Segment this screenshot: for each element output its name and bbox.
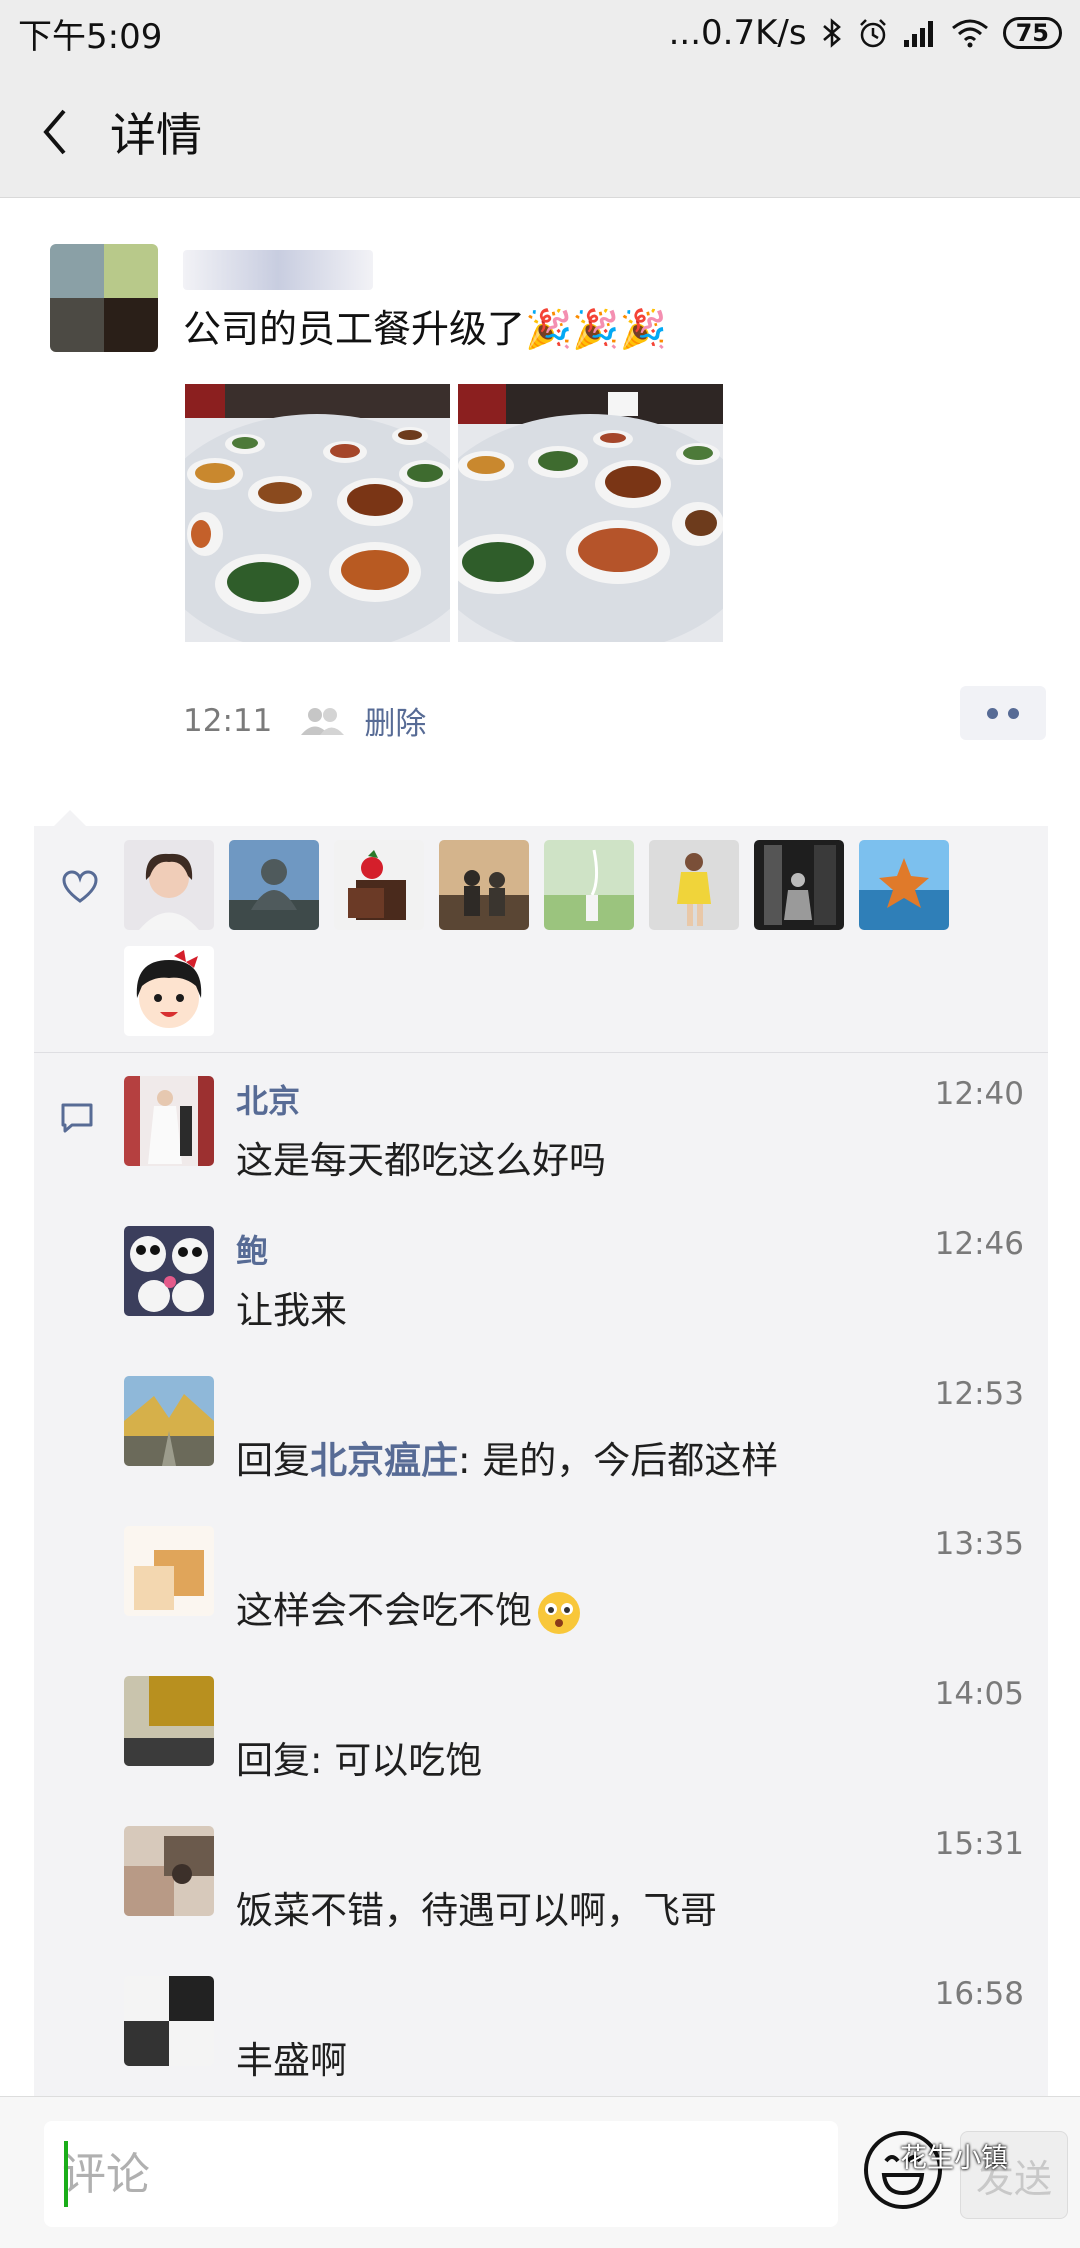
like-avatar[interactable] xyxy=(439,840,529,930)
post-meta: 12:11 删除 xyxy=(183,698,426,743)
comment-text: 回复: 可以吃饱 xyxy=(236,1739,483,1782)
food-photo-1[interactable] xyxy=(185,384,450,642)
comment-text: 饭菜不错，待遇可以啊，飞哥 xyxy=(236,1889,717,1932)
comment-input[interactable] xyxy=(44,2121,838,2227)
commenter-avatar[interactable] xyxy=(124,1376,214,1466)
wifi-icon xyxy=(951,19,988,48)
surprised-emoji-icon xyxy=(538,1591,580,1634)
comment-item[interactable]: 15:31 饭菜不错，待遇可以啊，飞哥 xyxy=(124,1826,1024,1966)
comment-text: 让我来 xyxy=(236,1289,347,1332)
panel-arrow xyxy=(54,810,86,826)
comment-item[interactable]: 鲍 12:46 让我来 xyxy=(124,1226,1024,1366)
status-time: 下午5:09 xyxy=(18,16,163,57)
like-avatar[interactable] xyxy=(124,946,214,1036)
friends-visibility-icon[interactable] xyxy=(298,706,346,736)
post-text: 公司的员工餐升级了🎉🎉🎉 xyxy=(183,307,667,351)
comment-text: 回复北京瘟庄: 是的，今后都这样 xyxy=(236,1439,779,1482)
comment-time: 12:40 xyxy=(934,1076,1024,1112)
page-title: 详情 xyxy=(110,107,202,162)
commenter-name[interactable]: 鲍 xyxy=(236,1226,268,1272)
delete-link[interactable]: 删除 xyxy=(364,698,426,743)
nav-bar: 详情 xyxy=(0,66,1080,198)
comment-time: 16:58 xyxy=(934,1976,1024,2012)
back-button[interactable] xyxy=(0,66,110,198)
commenter-avatar[interactable] xyxy=(124,1826,214,1916)
divider xyxy=(34,1052,1048,1053)
watermark: 花生小镇 xyxy=(900,2143,1008,2174)
text-cursor xyxy=(64,2141,68,2207)
reply-target-name[interactable]: 北京瘟庄 xyxy=(310,1439,458,1482)
comment-time: 13:35 xyxy=(934,1526,1024,1562)
comment-icon xyxy=(61,1103,93,1133)
like-avatar[interactable] xyxy=(334,840,424,930)
post-time: 12:11 xyxy=(183,702,273,739)
comment-time: 15:31 xyxy=(934,1826,1024,1862)
photo-grid xyxy=(185,384,723,642)
comment-time: 14:05 xyxy=(934,1676,1024,1712)
like-avatar[interactable] xyxy=(754,840,844,930)
like-avatar[interactable] xyxy=(544,840,634,930)
alarm-icon xyxy=(859,19,886,48)
signal-icon xyxy=(903,21,933,47)
chevron-left-icon xyxy=(43,109,66,154)
like-avatar[interactable] xyxy=(124,840,214,930)
like-avatar[interactable] xyxy=(649,840,739,930)
comment-text: 丰盛啊 xyxy=(236,2039,347,2082)
comment-item[interactable]: 13:35 这样会不会吃不饱 xyxy=(124,1526,1024,1666)
comment-item[interactable]: 12:53 回复北京瘟庄: 是的，今后都这样 xyxy=(124,1376,1024,1516)
like-avatar[interactable] xyxy=(229,840,319,930)
commenter-avatar[interactable] xyxy=(124,1076,214,1166)
comment-time: 12:53 xyxy=(934,1376,1024,1412)
bluetooth-icon xyxy=(822,18,841,48)
commenter-name[interactable]: 北京 xyxy=(236,1076,300,1122)
like-avatar[interactable] xyxy=(859,840,949,930)
comment-item[interactable]: 16:58 丰盛啊 xyxy=(124,1976,1024,2116)
like-list xyxy=(124,840,1044,1036)
network-speed: ...0.7K/s xyxy=(668,13,807,53)
comment-item[interactable]: 14:05 回复: 可以吃饱 xyxy=(124,1676,1024,1816)
interactions-panel: 北京 12:40 这是每天都吃这么好吗 鲍 12:46 让我来 12:53 回复… xyxy=(34,810,1048,2096)
more-actions-button[interactable] xyxy=(960,686,1046,740)
comment-time: 12:46 xyxy=(934,1226,1024,1262)
comment-text: 这样会不会吃不饱 xyxy=(236,1580,582,1636)
commenter-avatar[interactable] xyxy=(124,1976,214,2066)
commenter-avatar[interactable] xyxy=(124,1226,214,1316)
comment-item[interactable]: 北京 12:40 这是每天都吃这么好吗 xyxy=(124,1076,1024,1216)
author-avatar[interactable] xyxy=(50,244,158,352)
comment-text: 这是每天都吃这么好吗 xyxy=(236,1139,606,1182)
battery-indicator: 75 xyxy=(1002,17,1062,49)
food-photo-2[interactable] xyxy=(458,384,723,642)
commenter-avatar[interactable] xyxy=(124,1676,214,1766)
heart-icon xyxy=(62,870,98,903)
commenter-avatar[interactable] xyxy=(124,1526,214,1616)
author-name-blurred[interactable] xyxy=(183,250,373,290)
status-bar: 下午5:09 ...0.7K/s 75 xyxy=(0,0,1080,66)
